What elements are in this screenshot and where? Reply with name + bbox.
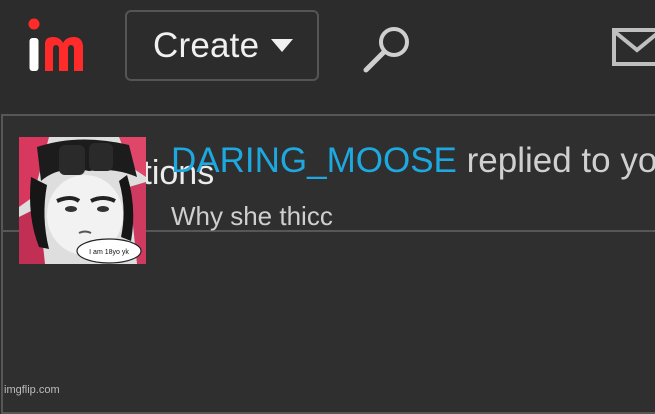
avatar-caption: I am 18yo yk <box>89 249 129 256</box>
avatar[interactable]: I am 18yo yk <box>19 137 146 264</box>
notification-text: DARING_MOOSE replied to yo <box>171 141 655 181</box>
watermark: imgflip.com <box>4 384 60 396</box>
notification-item[interactable]: I am 18yo yk DARING_MOOSE replied to yo … <box>19 137 655 287</box>
create-label: Create <box>153 25 260 65</box>
mail-icon[interactable] <box>612 28 655 66</box>
logo-graphic <box>28 18 83 71</box>
top-navigation-bar: Create <box>0 0 655 114</box>
search-icon[interactable] <box>362 24 414 74</box>
imgflip-logo[interactable] <box>27 16 99 76</box>
notification-preview: Why she thicc <box>171 201 333 231</box>
notification-action: replied to yo <box>466 141 655 180</box>
create-button[interactable]: Create <box>125 10 319 81</box>
username-link[interactable]: DARING_MOOSE <box>171 141 457 180</box>
caret-down-icon <box>271 39 294 52</box>
